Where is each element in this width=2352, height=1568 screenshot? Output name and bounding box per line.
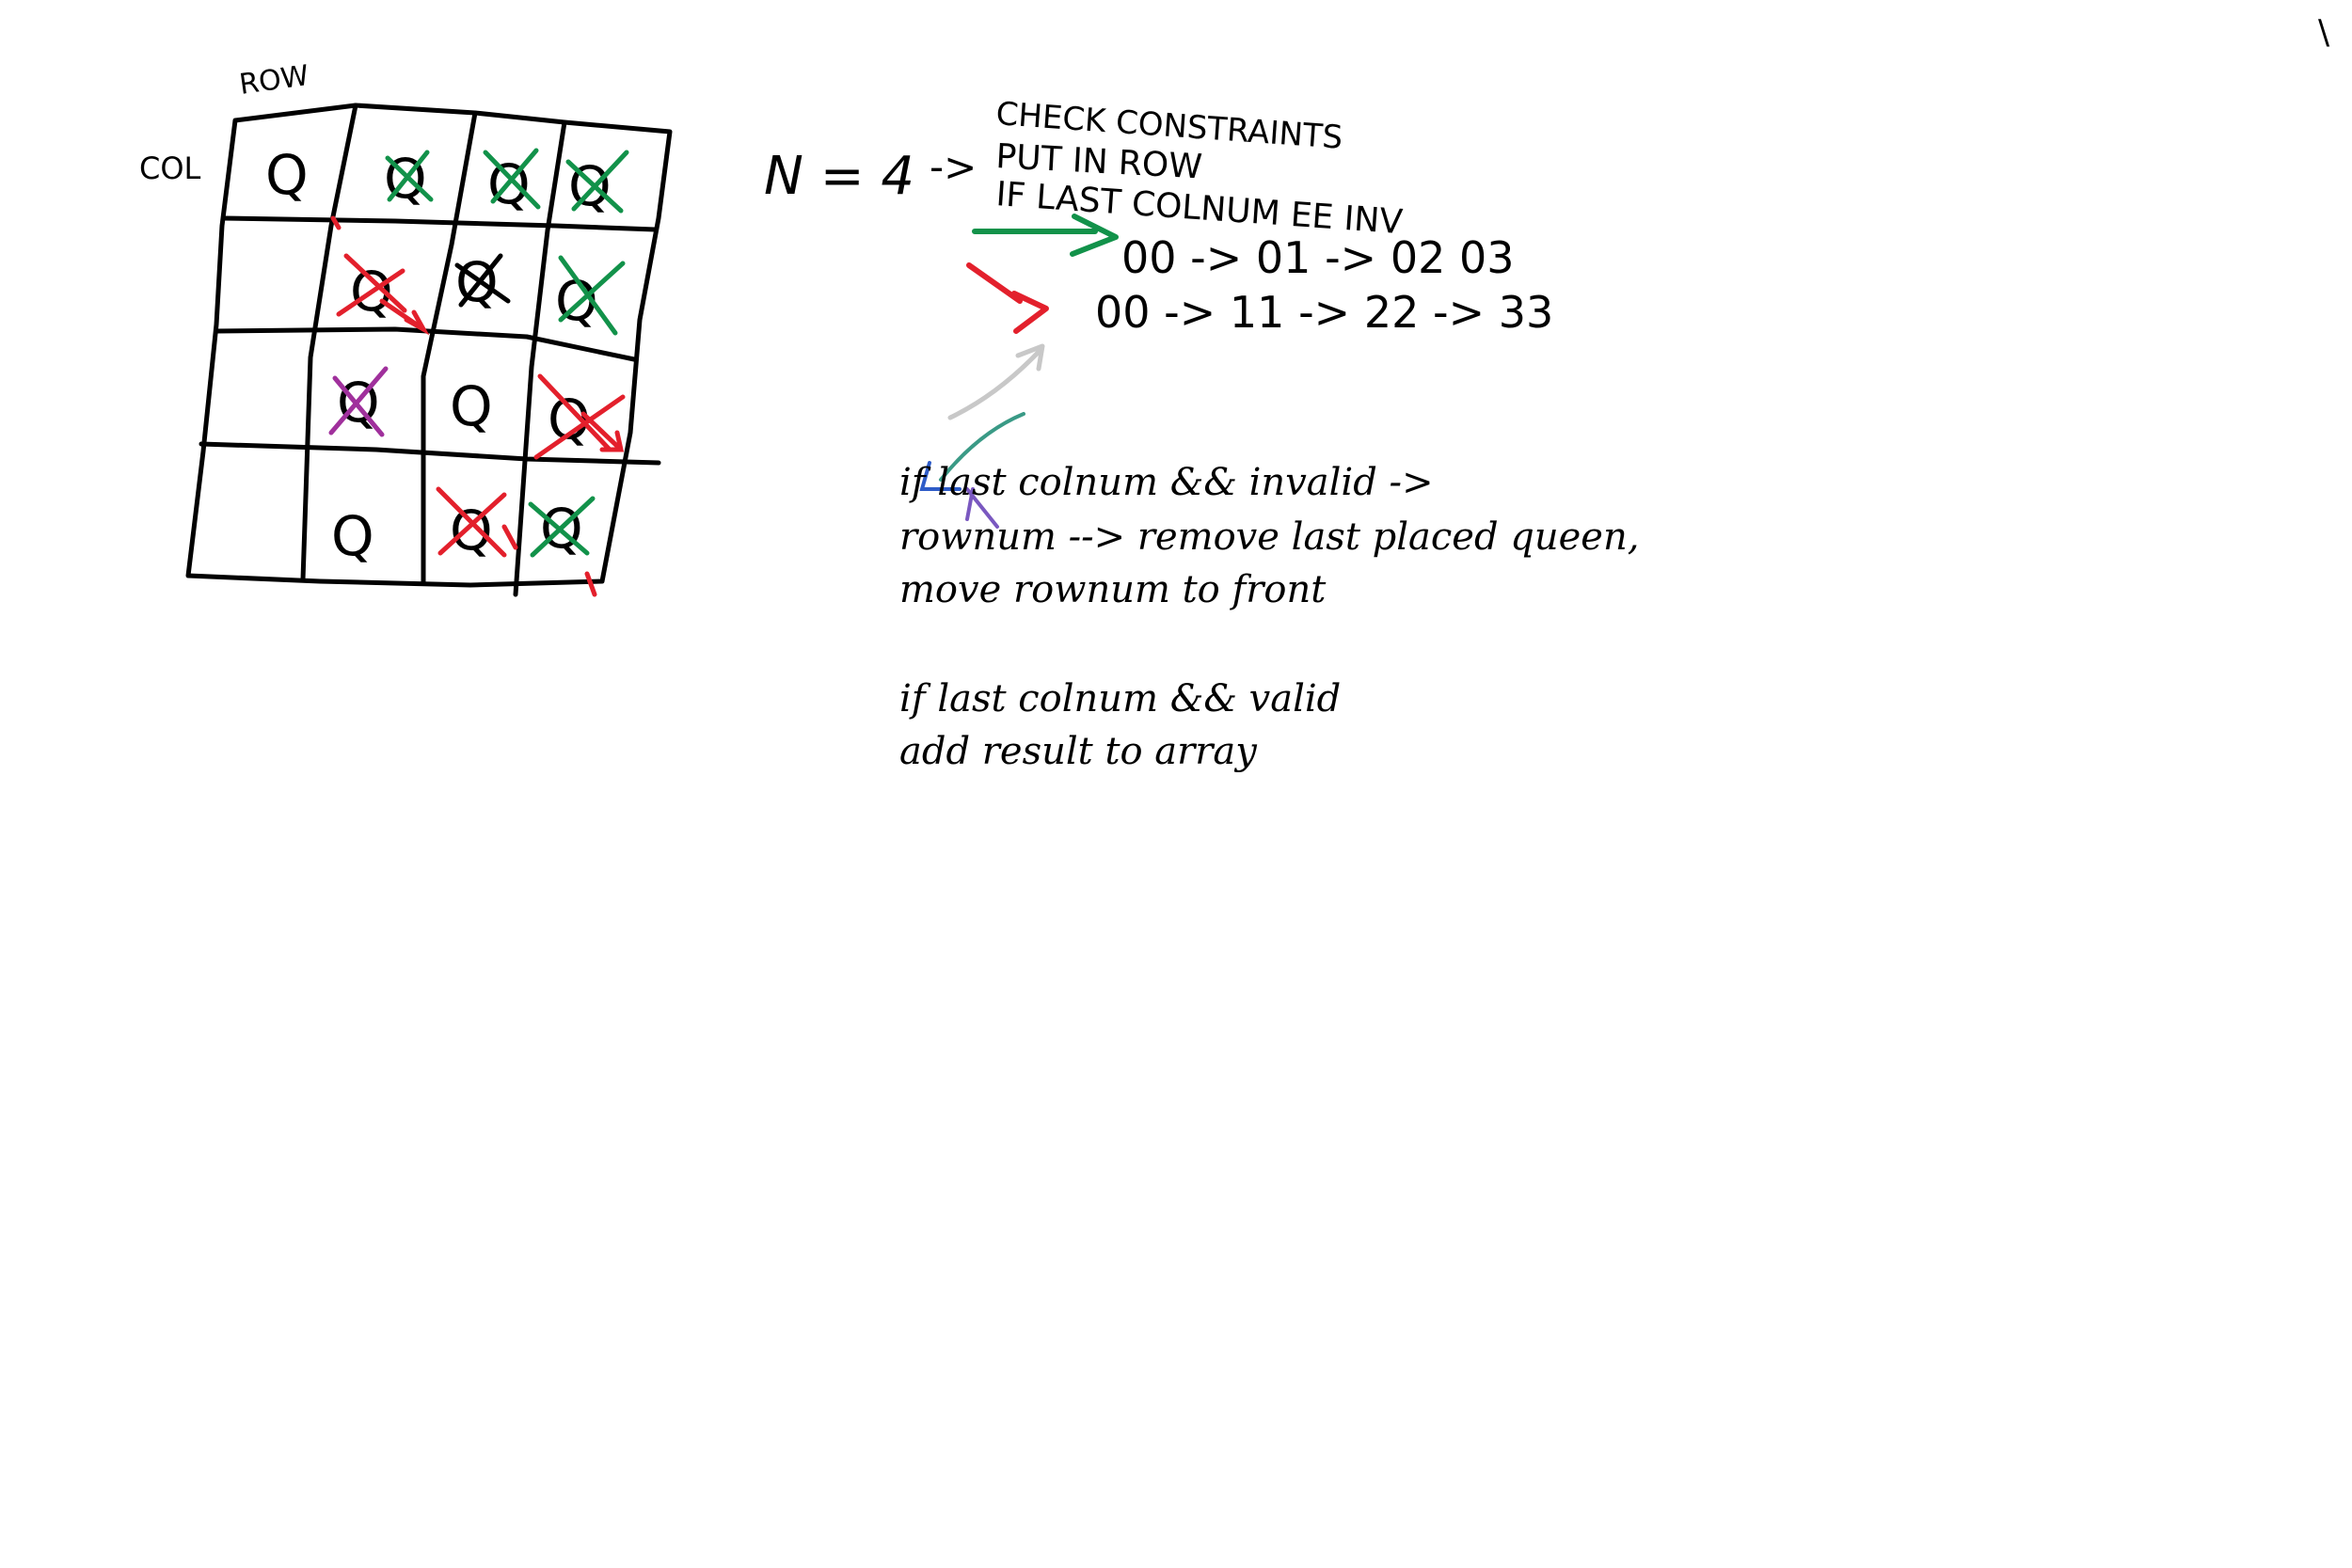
queen-r1c1: Q bbox=[265, 143, 309, 207]
queen-r4c2: Q bbox=[331, 504, 374, 568]
n-value: N = 4 bbox=[764, 146, 914, 207]
row-label: ROW bbox=[237, 59, 310, 102]
arrow-to-steps: -> bbox=[930, 144, 977, 190]
rule2-line1: if last colnum && valid bbox=[899, 677, 1341, 721]
red-sequence: 00 -> 11 -> 22 -> 33 bbox=[1095, 287, 1553, 338]
green-sequence: 00 -> 01 -> 02 03 bbox=[1121, 232, 1515, 283]
grid-hline-2 bbox=[214, 326, 637, 362]
rule2-line2: add result to array bbox=[899, 730, 1258, 773]
col-label: COL bbox=[139, 150, 201, 186]
queen-r3c3: Q bbox=[450, 374, 493, 438]
green-arrow bbox=[972, 214, 1119, 257]
rule1-line3: move rownum to front bbox=[899, 568, 1327, 611]
rule1-line1: if last colnum && invalid -> bbox=[899, 461, 1434, 504]
grid-hline-1 bbox=[221, 215, 658, 232]
queens: Q Q Q Q Q Q Q Q Q Q Q Q Q bbox=[265, 143, 612, 568]
whiteboard-canvas: ROW COL Q Q Q Q Q Q Q Q Q Q Q Q Q N = 4 … bbox=[139, 13, 2330, 773]
gray-arrow bbox=[947, 343, 1045, 420]
rule1-line2: rownum --> remove last placed queen, bbox=[899, 515, 1639, 559]
corner-mark: \ bbox=[2318, 13, 2330, 52]
red-arrow bbox=[966, 262, 1049, 334]
rules-text: if last colnum && invalid -> rownum --> … bbox=[899, 461, 1639, 773]
